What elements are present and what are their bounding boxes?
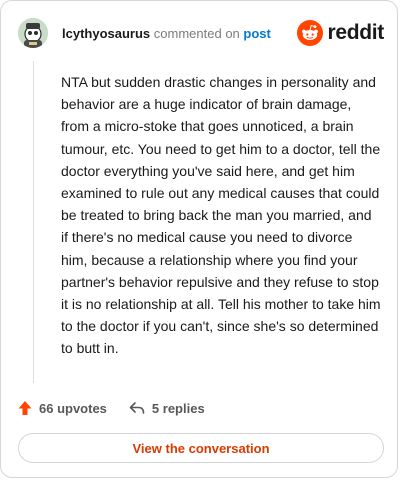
avatar[interactable] <box>18 18 48 48</box>
view-conversation-button[interactable]: View the conversation <box>18 433 384 463</box>
upvote-count: 66 upvotes <box>39 400 107 416</box>
replies-button[interactable]: 5 replies <box>129 401 205 416</box>
reply-count: 5 replies <box>151 400 205 416</box>
byline-action-text: commented on <box>153 25 240 41</box>
comment-embed-card: lcythyosaurus commented on post reddit N… <box>0 0 398 478</box>
username-link[interactable]: lcythyosaurus <box>62 26 150 41</box>
byline: lcythyosaurus commented on post <box>62 26 297 41</box>
thread-line <box>33 61 34 383</box>
upvote-button[interactable]: 66 upvotes <box>18 400 107 416</box>
brand-wordmark: reddit <box>327 21 384 44</box>
reddit-logo[interactable]: reddit <box>297 20 384 46</box>
upvote-arrow-icon <box>18 401 32 415</box>
comment-header: lcythyosaurus commented on post reddit <box>18 18 384 48</box>
reddit-snoo-icon <box>297 20 324 46</box>
reply-arrow-icon <box>129 402 145 414</box>
post-link[interactable]: post <box>243 26 270 41</box>
comment-body: NTA but sudden drastic changes in person… <box>61 74 381 357</box>
comment-actions: 66 upvotes 5 replies <box>18 397 205 419</box>
user-avatar-icon <box>18 18 48 48</box>
